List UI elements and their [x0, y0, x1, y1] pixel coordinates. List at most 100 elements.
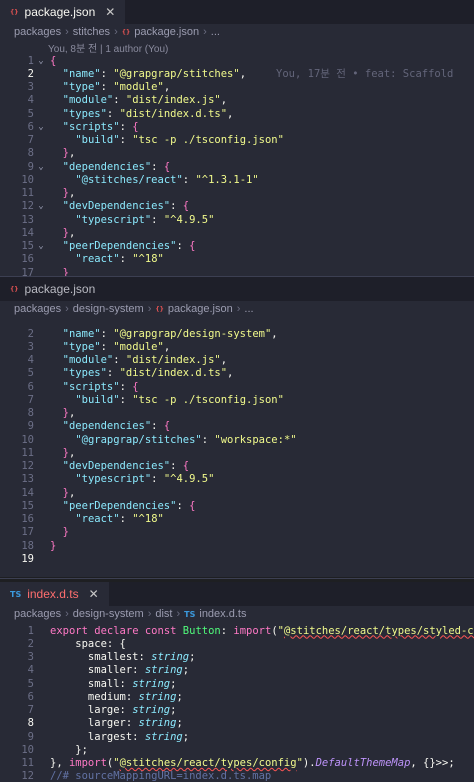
line-number: 6	[27, 380, 34, 393]
close-icon[interactable]: ✕	[89, 587, 99, 601]
code-line[interactable]: 9 ⌄ "dependencies": {	[0, 160, 474, 173]
code-line[interactable]: 8 },	[0, 147, 474, 160]
breadcrumb-item[interactable]: stitches	[73, 26, 110, 38]
code-line[interactable]: 3 smallest: string;	[0, 651, 474, 664]
code-line[interactable]: 17 }	[0, 526, 474, 539]
code-line[interactable]: 13 "typescript": "^4.9.5"	[0, 213, 474, 226]
code-line[interactable]: 10 "@stitches/react": "^1.3.1-1"	[0, 173, 474, 186]
breadcrumb-item[interactable]: ...	[244, 303, 253, 315]
tab-package-json[interactable]: {} package.json	[0, 277, 106, 301]
code-area[interactable]: 1 ⌄{2 "name": "@grapgrap/stitches", You, 1…	[0, 54, 474, 276]
code-line[interactable]: 9 largest: string;	[0, 730, 474, 743]
breadcrumb-item[interactable]: ...	[211, 26, 220, 38]
code-line[interactable]: 12 //# sourceMappingURL=index.d.ts.map	[0, 770, 474, 782]
json-file-icon: {}	[155, 305, 164, 313]
fold-chevron-icon[interactable]: ⌄	[34, 241, 48, 251]
code-line[interactable]: 18}	[0, 539, 474, 552]
code-line[interactable]: 11}, import("@stitches/react/types/confi…	[0, 757, 474, 770]
code-line[interactable]: 7 "build": "tsc -p ./tsconfig.json"	[0, 134, 474, 147]
line-number: 8	[27, 147, 34, 160]
line-number: 5	[27, 107, 34, 120]
code-area[interactable]: 2 "name": "@grapgrap/design-system", 3 "t…	[0, 327, 474, 566]
code-text: };	[50, 743, 88, 756]
pane-divider[interactable]	[0, 578, 474, 579]
breadcrumb-item[interactable]: packages	[14, 26, 61, 38]
code-line[interactable]: 12 "devDependencies": {	[0, 460, 474, 473]
fold-chevron-icon[interactable]: ⌄	[34, 201, 48, 211]
tab-bar: {} package.json	[0, 277, 474, 301]
line-number: 1	[27, 624, 34, 637]
code-line[interactable]: 2 "name": "@grapgrap/design-system",	[0, 327, 474, 340]
code-line[interactable]: 11 },	[0, 446, 474, 459]
code-line[interactable]: 5 small: string;	[0, 677, 474, 690]
line-number: 2	[27, 327, 34, 340]
code-line[interactable]: 8 },	[0, 407, 474, 420]
editor-pane-index-d-ts: TS index.d.ts ✕ packages › design-system…	[0, 582, 474, 782]
code-line[interactable]: 14 },	[0, 486, 474, 499]
line-number: 2	[27, 637, 34, 650]
code-line[interactable]: 10 "@grapgrap/stitches": "workspace:*"	[0, 433, 474, 446]
line-number: 5	[27, 367, 34, 380]
code-line[interactable]: 3 "type": "module",	[0, 81, 474, 94]
code-line[interactable]: 5 "types": "dist/index.d.ts",	[0, 367, 474, 380]
code-line[interactable]: 2 space: {	[0, 637, 474, 650]
close-icon[interactable]: ✕	[105, 5, 115, 19]
line-number: 8	[27, 407, 34, 420]
code-line[interactable]: 7 large: string;	[0, 704, 474, 717]
code-line[interactable]: 1 export declare const Button: import("@s…	[0, 624, 474, 637]
line-number: 4	[27, 94, 34, 107]
code-line[interactable]: 11 },	[0, 187, 474, 200]
code-line[interactable]: 6 ⌄ "scripts": {	[0, 120, 474, 133]
code-line[interactable]: 19	[0, 552, 474, 565]
code-line[interactable]: 6 "scripts": {	[0, 380, 474, 393]
code-line[interactable]: 16 "react": "^18"	[0, 513, 474, 526]
code-line[interactable]: 10 };	[0, 743, 474, 756]
line-number: 12	[21, 460, 34, 473]
code-line[interactable]: 8 larger: string;	[0, 717, 474, 730]
tab-bar: {} package.json ✕	[0, 0, 474, 24]
breadcrumb-item[interactable]: design-system	[73, 303, 144, 315]
line-number: 15	[21, 240, 34, 253]
breadcrumb-item[interactable]: design-system	[73, 608, 144, 620]
code-line[interactable]: 13 "typescript": "^4.9.5"	[0, 473, 474, 486]
code-line[interactable]: 9 "dependencies": {	[0, 420, 474, 433]
code-text: "scripts": {	[62, 380, 139, 393]
code-area[interactable]: 1 export declare const Button: import("@s…	[0, 624, 474, 782]
code-text: "type": "module",	[62, 340, 171, 353]
code-text: large: string;	[50, 704, 177, 717]
code-line[interactable]: 4 "module": "dist/index.js",	[0, 94, 474, 107]
code-line[interactable]: 15 "peerDependencies": {	[0, 499, 474, 512]
line-number: 19	[21, 552, 34, 565]
breadcrumb-item[interactable]: index.d.ts	[199, 608, 246, 620]
code-line[interactable]: 7 "build": "tsc -p ./tsconfig.json"	[0, 393, 474, 406]
fold-chevron-icon[interactable]: ⌄	[34, 122, 48, 132]
chevron-right-icon: ›	[65, 26, 69, 38]
code-line[interactable]: 12 ⌄ "devDependencies": {	[0, 200, 474, 213]
breadcrumb-item[interactable]: package.json	[168, 303, 233, 315]
fold-chevron-icon[interactable]: ⌄	[34, 162, 48, 172]
code-line[interactable]: 14 },	[0, 226, 474, 239]
code-text: "module": "dist/index.js",	[62, 354, 228, 367]
code-line[interactable]: 4 "module": "dist/index.js",	[0, 354, 474, 367]
code-line[interactable]: 4 smaller: string;	[0, 664, 474, 677]
code-line[interactable]: 5 "types": "dist/index.d.ts",	[0, 107, 474, 120]
code-line[interactable]: 3 "type": "module",	[0, 340, 474, 353]
codelens-blame[interactable]: You, 8분 전 | 1 author (You)	[0, 40, 474, 55]
breadcrumb-item[interactable]: package.json	[134, 26, 199, 38]
breadcrumb-item[interactable]: packages	[14, 608, 61, 620]
breadcrumb: packages › design-system › {} package.js…	[0, 301, 474, 317]
chevron-right-icon: ›	[176, 608, 181, 620]
code-text: }	[62, 266, 69, 276]
tab-index-d-ts[interactable]: TS index.d.ts ✕	[0, 582, 109, 606]
code-line[interactable]: 2 "name": "@grapgrap/stitches", You, 17분 …	[0, 67, 474, 81]
code-line[interactable]: 16 "react": "^18"	[0, 253, 474, 266]
tab-package-json[interactable]: {} package.json ✕	[0, 0, 126, 24]
code-text: "typescript": "^4.9.5"	[75, 473, 215, 486]
breadcrumb-item[interactable]: dist	[155, 608, 172, 620]
code-line[interactable]: 1 ⌄{	[0, 54, 474, 67]
code-line[interactable]: 17 }	[0, 266, 474, 276]
breadcrumb-item[interactable]: packages	[14, 303, 61, 315]
code-line[interactable]: 15 ⌄ "peerDependencies": {	[0, 240, 474, 253]
code-line[interactable]: 6 medium: string;	[0, 690, 474, 703]
fold-chevron-icon[interactable]: ⌄	[34, 56, 48, 66]
